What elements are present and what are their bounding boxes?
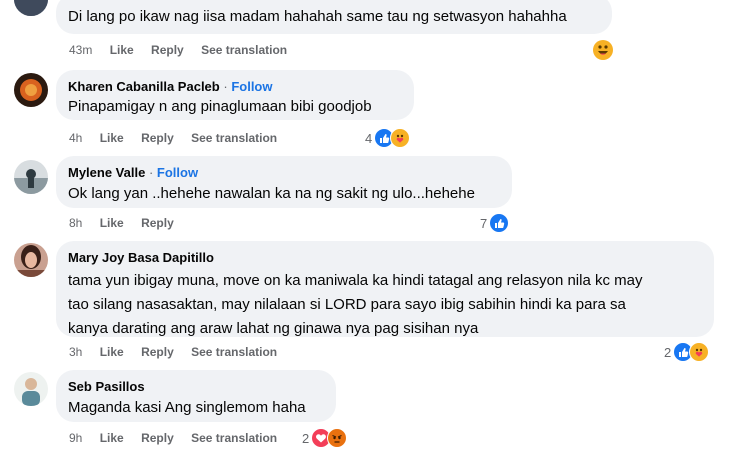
avatar-image-icon — [14, 372, 48, 406]
separator-dot: · — [223, 79, 228, 94]
comment-timestamp[interactable]: 8h — [69, 216, 82, 230]
comment-bubble: Seb Pasillos Maganda kasi Ang singlemom … — [56, 370, 336, 422]
comment-timestamp[interactable]: 3h — [69, 345, 82, 359]
see-translation-link[interactable]: See translation — [191, 345, 277, 359]
comment-text-line: tao silang nasasaktan, may nilalaan si L… — [68, 296, 626, 313]
see-translation-link[interactable]: See translation — [191, 431, 277, 445]
reaction-count: 4 — [365, 130, 373, 146]
comment-avatar[interactable] — [14, 0, 48, 16]
comment-avatar[interactable] — [14, 372, 48, 406]
comment-text: Di lang po ikaw nag iisa madam hahahah s… — [68, 8, 567, 25]
angry-reaction-icon — [327, 428, 348, 448]
care-reaction-icon — [390, 128, 411, 148]
comment-actions: 8h Like Reply — [69, 215, 188, 231]
commenter-name[interactable]: Kharen Cabanilla Pacleb · Follow — [68, 78, 402, 95]
commenter-name[interactable]: Mylene Valle · Follow — [68, 164, 500, 181]
like-button[interactable]: Like — [100, 131, 124, 145]
comment-actions: 9h Like Reply See translation — [69, 430, 291, 446]
commenter-name[interactable]: Mary Joy Basa Dapitillo — [68, 249, 702, 266]
reply-button[interactable]: Reply — [141, 131, 174, 145]
follow-button[interactable]: Follow — [231, 79, 272, 94]
avatar-image-icon — [14, 160, 48, 194]
reply-button[interactable]: Reply — [141, 216, 174, 230]
comment-actions: 3h Like Reply See translation — [69, 344, 291, 360]
comment-avatar[interactable] — [14, 243, 48, 277]
reply-button[interactable]: Reply — [141, 431, 174, 445]
commenter-name-text[interactable]: Mary Joy Basa Dapitillo — [68, 250, 214, 265]
reaction-count: 7 — [480, 215, 488, 231]
commenter-name-text[interactable]: Seb Pasillos — [68, 379, 145, 394]
reaction-summary[interactable]: 2 — [302, 428, 348, 448]
like-button[interactable]: Like — [100, 345, 124, 359]
avatar-image-icon — [14, 243, 48, 277]
comment-text: Pinapamigay n ang pinaglumaan bibi goodj… — [68, 98, 372, 115]
see-translation-link[interactable]: See translation — [201, 43, 287, 57]
care-reaction-icon — [689, 342, 710, 362]
comment-text: Ok lang yan ..hehehe nawalan ka na ng sa… — [68, 185, 475, 202]
reaction-count: 2 — [664, 344, 672, 360]
commenter-name-text[interactable]: Kharen Cabanilla Pacleb — [68, 79, 220, 94]
commenter-name-text[interactable]: Mylene Valle — [68, 165, 145, 180]
see-translation-link[interactable]: See translation — [191, 131, 277, 145]
like-button[interactable]: Like — [110, 43, 134, 57]
comment-actions: 43m Like Reply See translation — [69, 42, 301, 58]
comment-actions: 4h Like Reply See translation — [69, 130, 291, 146]
comment-text-line: tama yun ibigay muna, move on ka maniwal… — [68, 272, 643, 289]
reaction-count: 2 — [302, 430, 310, 446]
comment-timestamp[interactable]: 4h — [69, 131, 82, 145]
comment-avatar[interactable] — [14, 73, 48, 107]
comment-timestamp[interactable]: 9h — [69, 431, 82, 445]
avatar-image-icon — [14, 0, 48, 16]
like-reaction-icon — [489, 213, 510, 233]
commenter-name[interactable]: Seb Pasillos — [68, 378, 324, 395]
comment-bubble: Kharen Cabanilla Pacleb · Follow Pinapam… — [56, 70, 414, 120]
reaction-summary[interactable]: 7 — [480, 213, 510, 233]
reaction-summary[interactable]: 2 — [664, 342, 710, 362]
reply-button[interactable]: Reply — [141, 345, 174, 359]
follow-button[interactable]: Follow — [157, 165, 198, 180]
haha-reaction-icon[interactable] — [593, 40, 613, 60]
comment-text: Maganda kasi Ang singlemom haha — [68, 399, 306, 416]
comment-bubble: Mylene Valle · Follow Ok lang yan ..hehe… — [56, 156, 512, 208]
reply-button[interactable]: Reply — [151, 43, 184, 57]
comment-timestamp[interactable]: 43m — [69, 43, 92, 57]
separator-dot: · — [148, 165, 154, 180]
like-button[interactable]: Like — [100, 216, 124, 230]
comment-avatar[interactable] — [14, 160, 48, 194]
reaction-summary[interactable]: 4 — [365, 128, 411, 148]
comment-bubble: Di lang po ikaw nag iisa madam hahahah s… — [56, 0, 612, 34]
comment-text-line: kanya darating ang araw lahat ng ginawa … — [68, 320, 479, 337]
avatar-image-icon — [14, 73, 48, 107]
like-button[interactable]: Like — [100, 431, 124, 445]
comment-bubble: Mary Joy Basa Dapitillo tama yun ibigay … — [56, 241, 714, 337]
